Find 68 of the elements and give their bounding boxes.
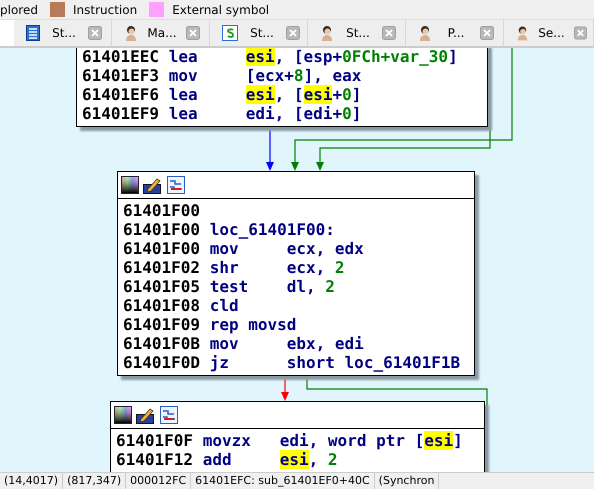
operand-text: edi, word ptr [esi] — [280, 431, 463, 450]
operand-text: ebx, edi — [286, 334, 364, 353]
operand-text: esi, 2 — [280, 450, 338, 469]
legend-label: plored — [0, 2, 38, 16]
status-text: (14,4017) — [0, 473, 64, 489]
person-icon — [320, 25, 334, 41]
close-icon[interactable] — [574, 26, 587, 40]
address-text: 61401F00 — [123, 239, 202, 258]
address-text: 61401F0F — [116, 431, 194, 450]
operand-text: esi, [esi+0] — [246, 85, 362, 104]
address-text: 61401EF9 — [82, 104, 160, 123]
edge-arrow — [266, 130, 274, 171]
address-text: 61401F02 — [123, 258, 202, 277]
legend-label: Instruction — [72, 2, 138, 16]
person-icon — [516, 25, 529, 41]
address-text: 61401EF6 — [82, 85, 160, 104]
blank-area — [0, 20, 14, 46]
mnemonic-text: mov — [168, 66, 199, 85]
mnemonic-text: movzx — [202, 431, 252, 450]
graph-icon[interactable] — [167, 176, 185, 194]
string-icon — [222, 25, 238, 41]
mnemonic-text: rep movsd — [210, 315, 296, 334]
close-icon[interactable] — [382, 26, 396, 40]
close-icon[interactable] — [480, 26, 494, 40]
mnemonic-text: jz — [210, 353, 230, 372]
person-icon — [124, 25, 138, 41]
pencil-icon[interactable] — [143, 176, 163, 194]
address-text: 61401F00 — [123, 201, 202, 220]
operand-text: [ecx+8], eax — [246, 66, 362, 85]
mnemonic-text: add — [202, 450, 233, 469]
address-text: 61401F09 — [123, 315, 202, 334]
close-icon[interactable] — [88, 26, 102, 40]
operand-text: dl, 2 — [286, 277, 335, 296]
mnemonic-text: mov — [210, 334, 240, 353]
status-text: (Synchron — [374, 473, 440, 489]
close-icon[interactable] — [286, 26, 300, 40]
address-text: 61401F12 — [116, 450, 194, 469]
palette-icon[interactable] — [114, 406, 132, 424]
close-icon[interactable] — [186, 26, 200, 40]
address-text: 61401F05 — [123, 277, 202, 296]
operand-text: ecx, edx — [286, 239, 364, 258]
mnemonic-text: lea — [168, 85, 199, 104]
mnemonic-text: cld — [210, 296, 240, 315]
address-text: 61401F08 — [123, 296, 202, 315]
operand-text: esi, [esp+0FCh+var_30] — [246, 48, 458, 66]
graph-icon[interactable] — [160, 406, 178, 424]
address-text: 61401EF3 — [82, 66, 160, 85]
address-text: 61401F0D — [123, 353, 202, 372]
palette-icon[interactable] — [121, 176, 139, 194]
status-text: (817,347) — [63, 473, 126, 489]
address-text: 61401F00 — [123, 220, 202, 239]
list-icon — [26, 25, 40, 41]
mnemonic-text: shr — [210, 258, 240, 277]
mnemonic-text: mov — [210, 239, 240, 258]
address-text: 61401EEC — [82, 48, 160, 66]
status-text: 000012FC — [126, 473, 192, 489]
mnemonic-text: lea — [168, 104, 199, 123]
operand-text: short loc_61401F1B — [286, 353, 460, 372]
status-text: 61401EFC: sub_61401EF0+40C — [191, 473, 375, 489]
address-text: 61401F0B — [123, 334, 202, 353]
operand-text: edi, [edi+0] — [246, 104, 362, 123]
person-icon — [418, 25, 432, 41]
mnemonic-text: test — [210, 277, 250, 296]
mnemonic-text: lea — [168, 48, 199, 66]
legend-label: External symbol — [172, 2, 270, 16]
code-label: loc_61401F00: — [210, 220, 335, 239]
operand-text: ecx, 2 — [286, 258, 345, 277]
pencil-icon[interactable] — [136, 406, 156, 424]
